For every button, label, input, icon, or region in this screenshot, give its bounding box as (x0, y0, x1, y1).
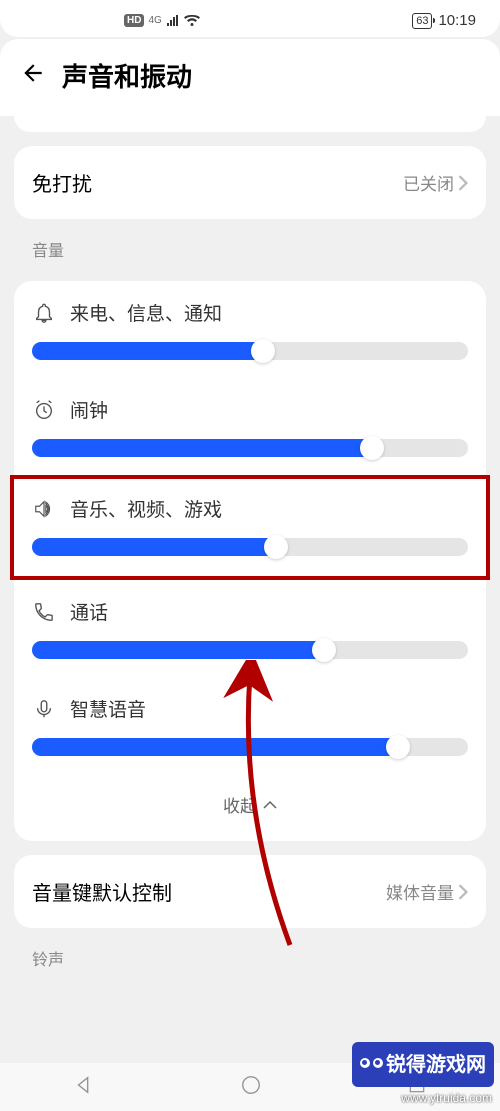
alarm-volume-label: 闹钟 (70, 396, 108, 423)
back-button[interactable] (20, 60, 46, 91)
dnd-value: 已关闭 (403, 170, 468, 195)
volume-section-label: 音量 (0, 219, 500, 267)
clock: 10:19 (438, 12, 476, 29)
speaker-icon (32, 498, 56, 520)
collapse-label: 收起 (223, 792, 257, 817)
volume-card: 来电、信息、通知 闹钟 音乐、视频、游戏 (14, 281, 486, 841)
hd-badge: HD (124, 14, 144, 27)
alarm-volume-item: 闹钟 (32, 378, 468, 475)
page-header: 声音和振动 (0, 39, 500, 116)
mic-icon (32, 698, 56, 720)
volume-key-row[interactable]: 音量键默认控制 媒体音量 (32, 855, 468, 928)
battery-icon: 63 (412, 13, 432, 29)
dnd-row[interactable]: 免打扰 已关闭 (32, 146, 468, 219)
nav-back-button[interactable] (73, 1074, 95, 1101)
dnd-card: 免打扰 已关闭 (14, 146, 486, 219)
chevron-right-icon (458, 884, 468, 900)
alarm-volume-slider[interactable] (32, 439, 468, 457)
ring-volume-item: 来电、信息、通知 (32, 281, 468, 378)
media-volume-slider[interactable] (32, 538, 468, 556)
volume-key-card: 音量键默认控制 媒体音量 (14, 855, 486, 928)
collapse-button[interactable]: 收起 (32, 774, 468, 837)
status-bar: HD 4G 63 10:19 (0, 0, 500, 37)
call-volume-label: 通话 (70, 598, 108, 625)
dnd-value-text: 已关闭 (403, 170, 454, 195)
assistant-volume-slider[interactable] (32, 738, 468, 756)
wifi-icon (184, 15, 200, 27)
network-indicator: 4G (148, 15, 161, 26)
ring-volume-label: 来电、信息、通知 (70, 299, 222, 326)
watermark-text: 锐得游戏网 (386, 1048, 486, 1077)
bell-icon (32, 302, 56, 324)
volume-key-value: 媒体音量 (386, 879, 468, 904)
ringtone-section-label: 铃声 (0, 928, 500, 976)
card-fragment-top (14, 116, 486, 132)
media-volume-item: 音乐、视频、游戏 (32, 485, 468, 566)
page-title: 声音和振动 (62, 57, 192, 94)
volume-key-value-text: 媒体音量 (386, 879, 454, 904)
alarm-icon (32, 399, 56, 421)
watermark-logo: 锐得游戏网 (352, 1042, 494, 1087)
assistant-volume-label: 智慧语音 (70, 695, 146, 722)
call-volume-slider[interactable] (32, 641, 468, 659)
highlight-annotation: 音乐、视频、游戏 (10, 475, 490, 580)
battery-level: 63 (416, 15, 428, 27)
chevron-right-icon (458, 175, 468, 191)
status-left: HD 4G (124, 14, 200, 27)
volume-key-label: 音量键默认控制 (32, 877, 172, 906)
assistant-volume-item: 智慧语音 (32, 677, 468, 774)
media-volume-label: 音乐、视频、游戏 (70, 495, 222, 522)
nav-home-button[interactable] (240, 1074, 262, 1101)
signal-icon (166, 15, 180, 27)
status-right: 63 10:19 (412, 12, 476, 29)
ring-volume-slider[interactable] (32, 342, 468, 360)
dnd-label: 免打扰 (32, 168, 92, 197)
chevron-up-icon (263, 795, 277, 815)
phone-icon (32, 601, 56, 623)
call-volume-item: 通话 (32, 580, 468, 677)
watermark-url: www.ytruida.com (401, 1091, 492, 1105)
